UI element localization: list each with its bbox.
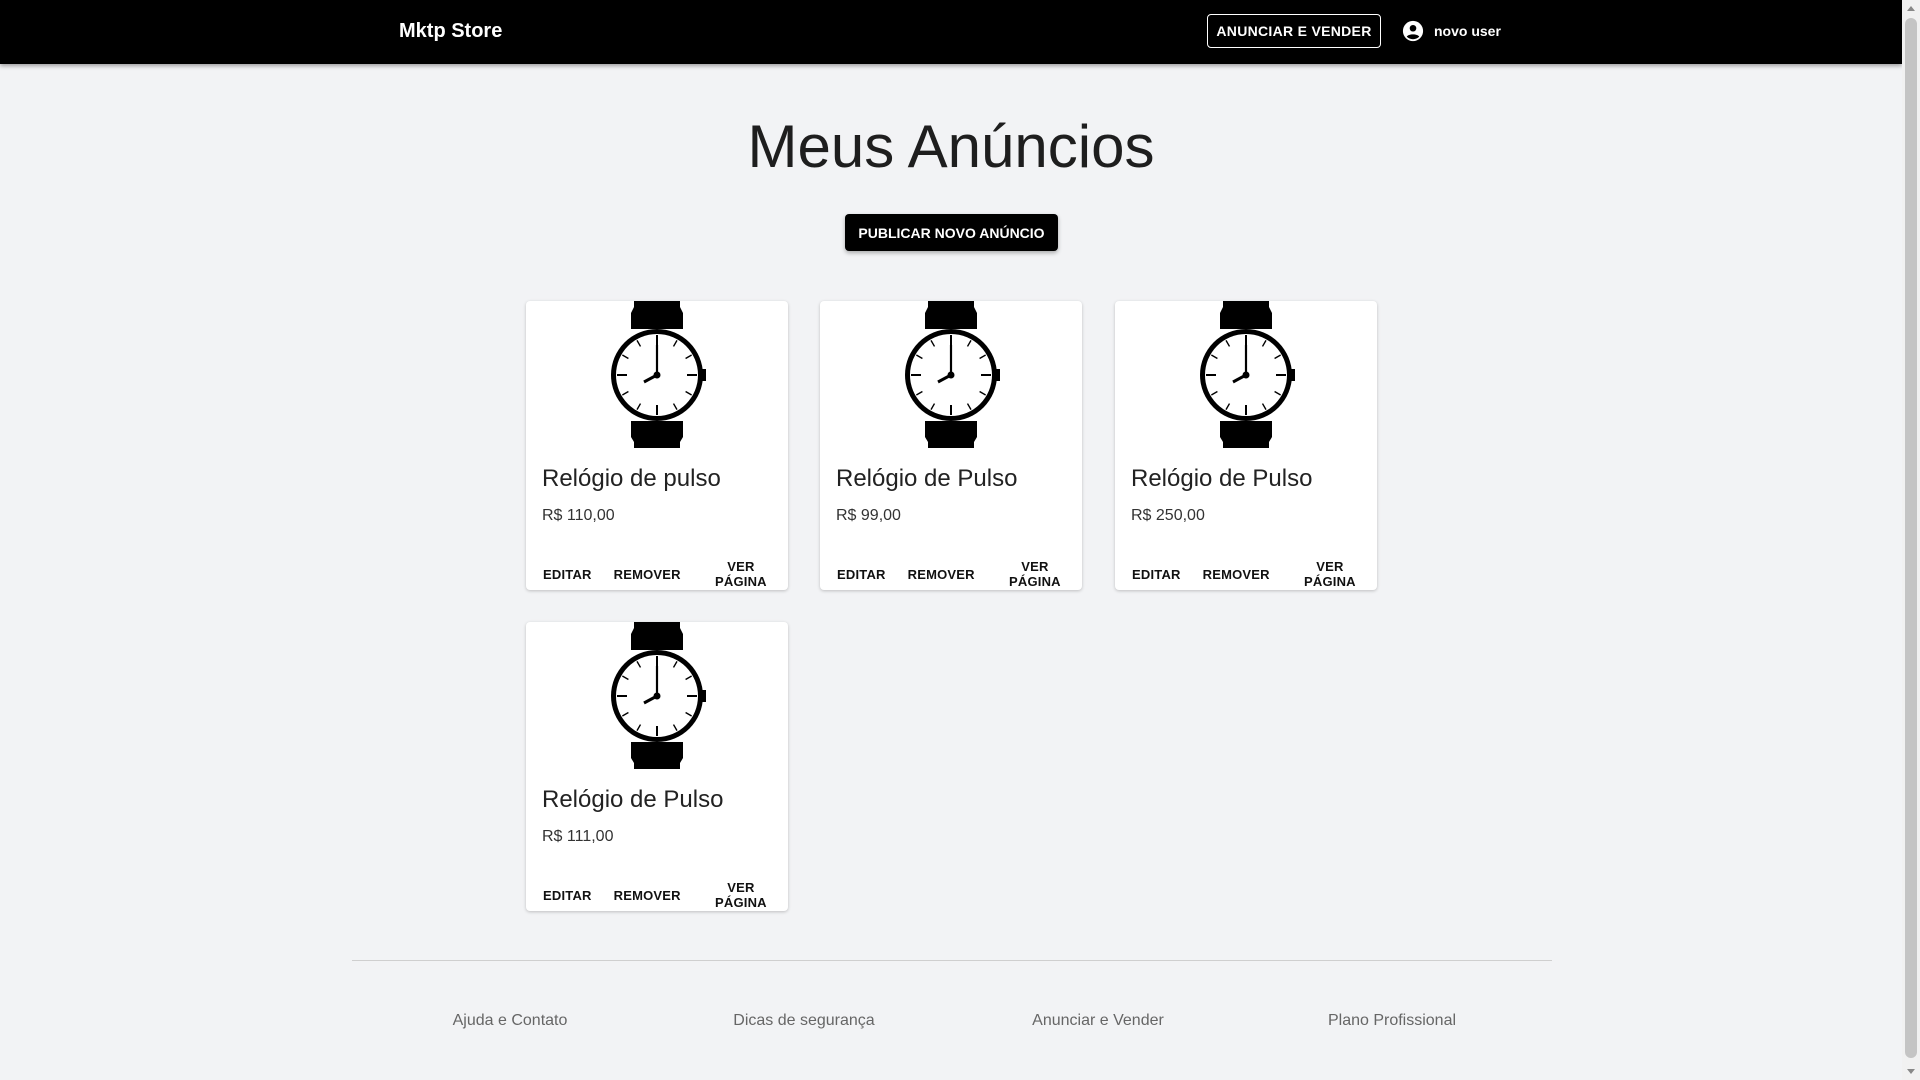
listing-image[interactable] xyxy=(526,301,788,448)
listing-price: R$ 250,00 xyxy=(1131,507,1205,524)
scroll-down-arrow[interactable] xyxy=(1907,1069,1915,1074)
listing-image[interactable] xyxy=(820,301,1082,448)
listing-price: R$ 111,00 xyxy=(542,828,614,845)
wristwatch-icon xyxy=(905,301,1000,448)
listing-title: Relógio de pulso xyxy=(542,465,721,492)
listing-title: Relógio de Pulso xyxy=(836,465,1018,492)
footer-link-help[interactable]: Ajuda e Contato xyxy=(453,1012,568,1030)
view-page-button[interactable]: VER PÁGINA xyxy=(694,872,788,918)
brand-logo[interactable]: Mktp Store xyxy=(399,20,502,43)
scroll-up-arrow[interactable] xyxy=(1907,6,1915,11)
listing-image[interactable] xyxy=(1115,301,1377,448)
view-page-button[interactable]: VER PÁGINA xyxy=(1283,551,1377,597)
edit-button[interactable]: EDITAR xyxy=(1123,551,1190,597)
scroll-thumb[interactable] xyxy=(1905,18,1917,1058)
listing-actions: EDITAR REMOVER VER PÁGINA xyxy=(1123,551,1377,597)
edit-button[interactable]: EDITAR xyxy=(828,551,895,597)
footer-divider xyxy=(352,960,1552,961)
listing-actions: EDITAR REMOVER VER PÁGINA xyxy=(534,872,788,918)
listing-price: R$ 110,00 xyxy=(542,507,615,524)
listing-image[interactable] xyxy=(526,622,788,769)
listing-card: Relógio de pulso R$ 110,00 EDITAR REMOVE… xyxy=(526,301,788,590)
wristwatch-icon xyxy=(1200,301,1295,448)
publish-listing-button[interactable]: PUBLICAR NOVO ANÚNCIO xyxy=(845,214,1058,251)
edit-button[interactable]: EDITAR xyxy=(534,551,601,597)
remove-button[interactable]: REMOVER xyxy=(1194,551,1279,597)
remove-button[interactable]: REMOVER xyxy=(605,551,690,597)
listing-card: Relógio de Pulso R$ 250,00 EDITAR REMOVE… xyxy=(1115,301,1377,590)
footer-link-safety-tips[interactable]: Dicas de segurança xyxy=(733,1012,874,1030)
listing-title: Relógio de Pulso xyxy=(1131,465,1313,492)
footer-link-pro-plan[interactable]: Plano Profissional xyxy=(1328,1012,1456,1030)
user-name: novo user xyxy=(1434,23,1501,39)
view-page-button[interactable]: VER PÁGINA xyxy=(694,551,788,597)
remove-button[interactable]: REMOVER xyxy=(899,551,984,597)
listing-actions: EDITAR REMOVER VER PÁGINA xyxy=(828,551,1082,597)
listing-card: Relógio de Pulso R$ 111,00 EDITAR REMOVE… xyxy=(526,622,788,911)
edit-button[interactable]: EDITAR xyxy=(534,872,601,918)
listing-title: Relógio de Pulso xyxy=(542,786,724,813)
listing-card: Relógio de Pulso R$ 99,00 EDITAR REMOVER… xyxy=(820,301,1082,590)
wristwatch-icon xyxy=(611,301,706,448)
top-app-bar: Mktp Store ANUNCIAR E VENDER novo user xyxy=(0,0,1902,64)
account-circle-icon xyxy=(1402,20,1424,42)
wristwatch-icon xyxy=(611,622,706,769)
remove-button[interactable]: REMOVER xyxy=(605,872,690,918)
page-title: Meus Anúncios xyxy=(747,113,1155,180)
user-menu[interactable]: novo user xyxy=(1402,20,1501,42)
listing-actions: EDITAR REMOVER VER PÁGINA xyxy=(534,551,788,597)
sell-button[interactable]: ANUNCIAR E VENDER xyxy=(1207,14,1381,48)
view-page-button[interactable]: VER PÁGINA xyxy=(988,551,1082,597)
listing-price: R$ 99,00 xyxy=(836,507,901,524)
vertical-scrollbar[interactable] xyxy=(1902,0,1920,1080)
footer-link-sell[interactable]: Anunciar e Vender xyxy=(1032,1012,1164,1030)
